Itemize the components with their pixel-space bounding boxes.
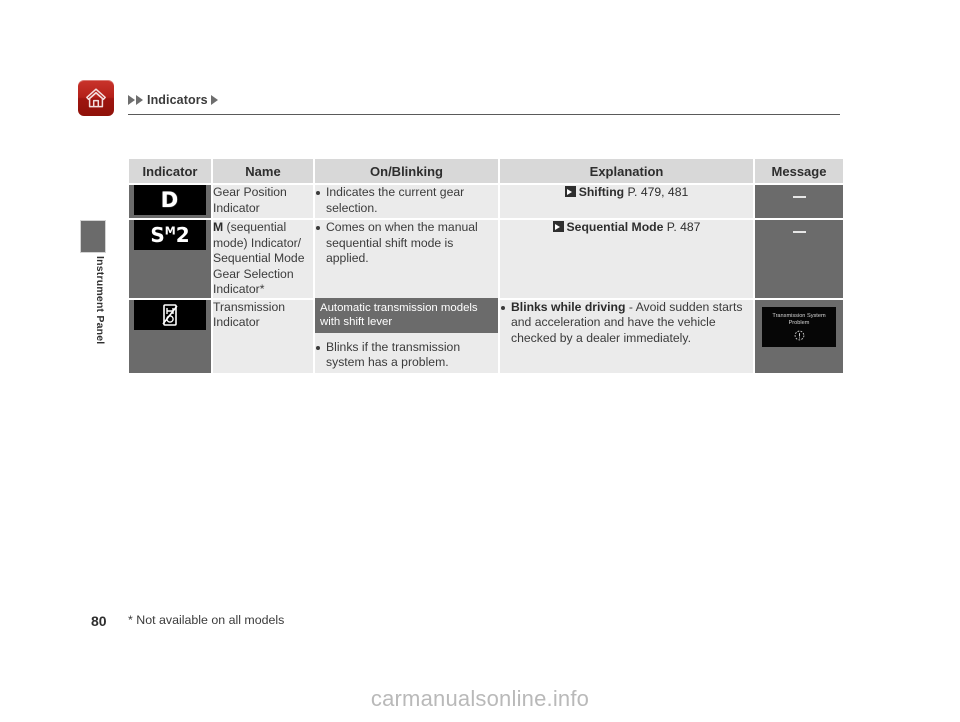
model-applicability-band: Automatic transmission models with shift…	[315, 297, 498, 333]
reference-link-shifting[interactable]: Shifting P. 479, 481	[564, 185, 689, 199]
column-header-explanation: Explanation	[500, 159, 753, 183]
table-row: D Gear Position Indicator Indicates the …	[129, 185, 843, 218]
sequential-mode-S-M-2-indicator-icon: SM2	[134, 220, 206, 250]
column-header-name: Name	[213, 159, 313, 183]
indicator-name-bold: M	[213, 220, 224, 234]
footnote: * Not available on all models	[128, 613, 285, 627]
list-item: Blinks if the transmission system has a …	[315, 340, 498, 371]
sm2-m-glyph: M	[164, 224, 176, 238]
no-message-dash-icon	[792, 196, 806, 198]
watermark: carmanualsonline.info	[370, 686, 590, 711]
column-header-on-blinking: On/Blinking	[315, 159, 498, 183]
indicator-cell-gear-position: D	[129, 185, 211, 218]
on-blinking-cell-sequential-mode: Comes on when the manual sequential shif…	[315, 220, 498, 298]
name-cell-sequential-mode: M (sequential mode) Indicator/ Sequentia…	[213, 220, 313, 298]
page-number: 80	[91, 613, 107, 629]
transmission-warning-icon	[762, 329, 836, 345]
name-cell-gear-position: Gear Position Indicator	[213, 185, 313, 218]
reference-page: P. 479, 481	[627, 185, 689, 199]
reference-title: Shifting	[578, 185, 625, 199]
message-cell-sequential-mode	[755, 220, 843, 298]
list-item: Indicates the current gear selection.	[315, 185, 498, 216]
reference-link-sequential-mode[interactable]: Sequential Mode P. 487	[552, 220, 701, 234]
header-divider	[128, 114, 840, 115]
home-button[interactable]	[78, 80, 114, 116]
chapter-tab-marker	[80, 220, 106, 253]
indicator-cell-transmission	[129, 299, 211, 373]
list-item: Comes on when the manual sequential shif…	[315, 220, 498, 267]
column-header-indicator: Indicator	[129, 159, 211, 183]
chapter-label: Instrument Panel	[94, 256, 106, 345]
list-item: Blinks while driving - Avoid sudden star…	[500, 300, 753, 347]
reference-title: Sequential Mode	[566, 220, 664, 234]
explanation-cell-gear-position: Shifting P. 479, 481	[500, 185, 753, 218]
sm2-2-glyph: 2	[175, 223, 190, 247]
breadcrumb-label[interactable]: Indicators	[147, 93, 208, 107]
breadcrumb-arrow-icon-3	[210, 95, 218, 105]
table-row: Transmission Indicator Automatic transmi…	[129, 297, 843, 373]
table-header-row: Indicator Name On/Blinking Explanation M…	[129, 159, 843, 183]
breadcrumb-arrow-icon-1	[128, 95, 135, 105]
no-message-dash-icon	[792, 231, 806, 233]
reference-arrow-icon	[564, 186, 576, 197]
message-line-1: Transmission System	[772, 312, 826, 319]
indicator-table: Indicator Name On/Blinking Explanation M…	[127, 157, 845, 375]
transmission-indicator-icon	[134, 299, 206, 330]
message-cell-gear-position	[755, 185, 843, 218]
indicator-name-text: Transmission Indicator	[213, 299, 286, 330]
reference-page: P. 487	[666, 220, 701, 234]
breadcrumb-arrow-icon-2	[136, 95, 143, 105]
explanation-cell-transmission: Blinks while driving - Avoid sudden star…	[500, 299, 753, 373]
indicator-cell-sequential-mode: SM2	[129, 220, 211, 298]
on-blinking-cell-transmission: Automatic transmission models with shift…	[315, 297, 498, 373]
reference-arrow-icon	[552, 221, 564, 232]
sm2-s-glyph: S	[150, 223, 165, 247]
indicator-name-text: (sequential mode) Indicator/ Sequential …	[213, 220, 305, 296]
name-cell-transmission: Transmission Indicator	[213, 299, 313, 373]
message-screen-transmission-system-problem: Transmission System Problem	[762, 306, 836, 347]
home-icon	[84, 86, 108, 110]
message-line-2: Problem	[788, 319, 810, 326]
explanation-cell-sequential-mode: Sequential Mode P. 487	[500, 220, 753, 298]
table-row: SM2 M (sequential mode) Indicator/ Seque…	[129, 220, 843, 298]
on-blinking-cell-gear-position: Indicates the current gear selection.	[315, 185, 498, 218]
breadcrumb[interactable]: Indicators	[128, 91, 219, 109]
gear-position-D-indicator-icon: D	[134, 185, 206, 215]
explanation-bold-lead: Blinks while driving	[511, 299, 626, 314]
indicator-name-text: Gear Position Indicator	[213, 185, 287, 215]
message-cell-transmission: Transmission System Problem	[755, 299, 843, 373]
column-header-message: Message	[755, 159, 843, 183]
